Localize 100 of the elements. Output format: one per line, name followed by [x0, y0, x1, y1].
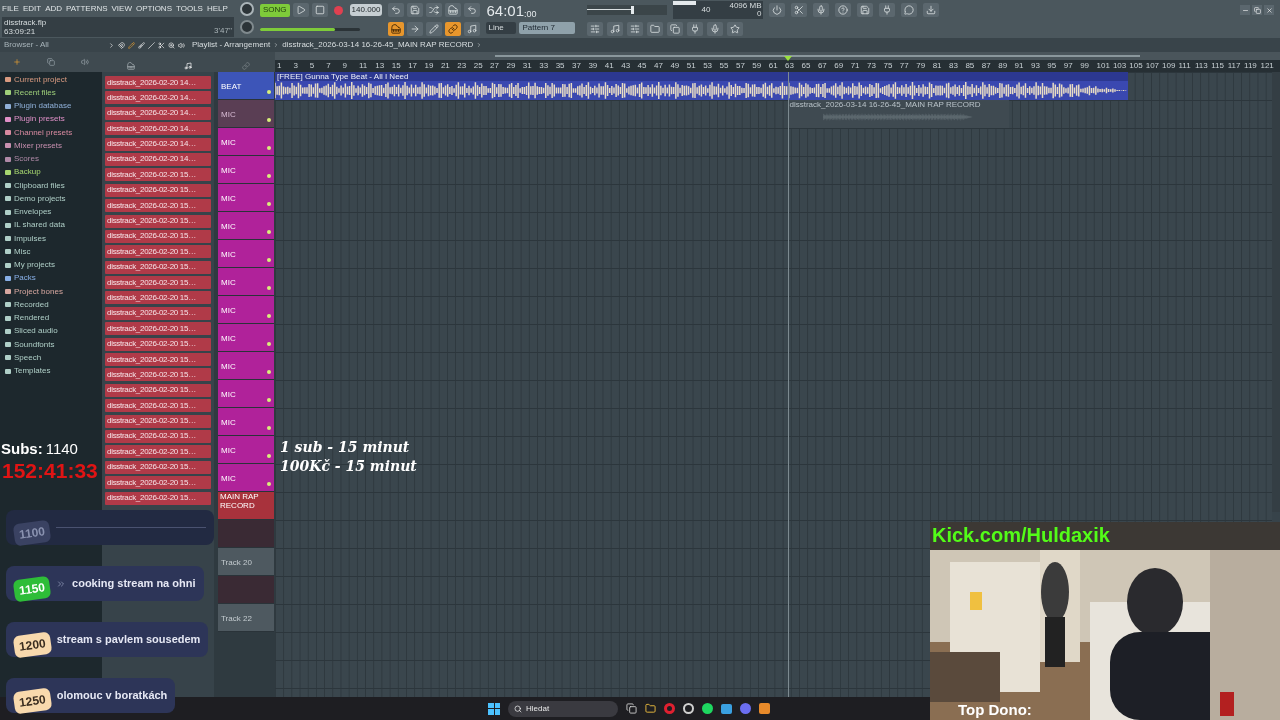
save-button[interactable] [857, 3, 874, 17]
track-header[interactable]: Track 22 [218, 604, 274, 632]
microphone-button[interactable] [707, 22, 724, 36]
pattern-selector[interactable]: Pattern 7 [519, 22, 576, 34]
audio-clip[interactable]: [FREE] Gunna Type Beat - All I Need [275, 72, 1128, 100]
menu-item[interactable]: EDIT [22, 5, 42, 13]
clip-item[interactable]: disstrack_2026-02-20 15… [105, 337, 211, 351]
volume-slider[interactable] [260, 27, 360, 31]
browser-item[interactable]: Mixer presets [5, 139, 102, 153]
track-header[interactable]: MIC [218, 324, 274, 352]
browser-item[interactable]: Channel presets [5, 126, 102, 140]
help-button[interactable] [835, 3, 852, 17]
undo-button[interactable] [388, 3, 405, 17]
clip-item[interactable]: disstrack_2026-02-20 15… [105, 183, 211, 197]
cut-button[interactable] [791, 3, 808, 17]
channel-rack-button[interactable] [607, 22, 624, 36]
browser-item[interactable]: Rendered [5, 311, 102, 325]
mixer-button[interactable] [587, 22, 604, 36]
copy-button[interactable] [667, 22, 684, 36]
horizontal-scrollbar[interactable] [275, 52, 1280, 60]
track-header[interactable]: MIC [218, 156, 274, 184]
piano-button[interactable] [388, 22, 405, 36]
chat-button[interactable] [901, 3, 918, 17]
stop-button[interactable] [311, 3, 328, 17]
clip-item[interactable]: disstrack_2026-02-20 15… [105, 260, 211, 274]
clip-item[interactable]: disstrack_2026-02-20 15… [105, 306, 211, 320]
clip-item[interactable]: disstrack_2026-02-20 15… [105, 445, 211, 459]
browser-item[interactable]: Soundfonts [5, 338, 102, 352]
menu-item[interactable]: HELP [206, 5, 228, 13]
browser-item[interactable]: Demo projects [5, 192, 102, 206]
clip-item[interactable]: disstrack_2026-02-20 14… [105, 122, 211, 136]
browser-item[interactable]: Clipboard files [5, 179, 102, 193]
plug-button[interactable] [879, 3, 896, 17]
clip-item[interactable]: disstrack_2026-02-20 15… [105, 322, 211, 336]
track-header[interactable]: MIC [218, 464, 274, 492]
clip-item[interactable]: disstrack_2026-02-20 15… [105, 491, 211, 505]
clip-item[interactable]: disstrack_2026-02-20 15… [105, 414, 211, 428]
browser-item[interactable]: Plugin database [5, 99, 102, 113]
timeline-ruler[interactable]: 1 3 5 7 9 11 13 15 17 19 21 23 25 27 29 31 33 35 37 39 41 43 45 47 49 51 53 55 57 59 61 63 65 67 69 71 73 75 77 79 81 83 85 87 89 91 93 95 97 99 101 103 105 107 109 111 113 115 117 119 121 [275, 60, 1280, 72]
browser-button[interactable] [647, 22, 664, 36]
track-header[interactable]: MIC [218, 268, 274, 296]
clip-item[interactable]: disstrack_2026-02-20 15… [105, 353, 211, 367]
arrow-button[interactable] [407, 22, 424, 36]
piano-button[interactable] [445, 3, 462, 17]
browser-item[interactable]: Scores [5, 152, 102, 166]
clip-item[interactable]: disstrack_2026-02-20 15… [105, 245, 211, 259]
daw-icon[interactable] [759, 703, 770, 714]
browser-item[interactable]: Plugin presets [5, 112, 102, 126]
download-button[interactable] [923, 3, 940, 17]
clip-item[interactable]: disstrack_2026-02-20 15… [105, 430, 211, 443]
start-icon[interactable] [488, 702, 500, 715]
clip-item[interactable]: disstrack_2026-02-20 15… [105, 383, 211, 397]
save-button[interactable] [407, 3, 424, 17]
browser-item[interactable]: Misc [5, 245, 102, 259]
sliders-button[interactable] [627, 22, 644, 36]
audio-clip[interactable]: disstrack_2026-03-14 16-26-45_MAIN RAP RECORD [787, 100, 1009, 128]
photos-icon[interactable] [721, 703, 732, 714]
clip-item[interactable]: disstrack_2026-02-20 14… [105, 152, 211, 166]
plug-button[interactable] [687, 22, 704, 36]
browser-item[interactable]: IL shared data [5, 218, 102, 232]
track-header[interactable]: MAIN RAP RECORD [218, 492, 274, 520]
browser-item[interactable]: Templates [5, 364, 102, 378]
track-header[interactable]: MIC [218, 128, 274, 156]
track-header[interactable] [218, 520, 274, 548]
taskbar-search-field[interactable]: Hledat [508, 700, 618, 717]
clip-item[interactable]: disstrack_2026-02-20 15… [105, 476, 211, 490]
track-header[interactable]: MIC [218, 408, 274, 436]
clip-item[interactable]: disstrack_2026-02-20 15… [105, 399, 211, 413]
track-header[interactable]: MIC [218, 184, 274, 212]
song-mode-toggle[interactable]: SONG [260, 3, 290, 17]
play-button[interactable] [292, 3, 309, 17]
music-app-icon[interactable] [702, 703, 713, 714]
clip-item[interactable]: disstrack_2026-02-20 15… [105, 229, 211, 243]
browser-item[interactable]: Backup [5, 165, 102, 179]
close-button[interactable] [1264, 5, 1274, 15]
browser-icon[interactable] [664, 703, 675, 714]
clip-item[interactable]: disstrack_2026-02-20 15… [105, 276, 211, 290]
pencil-button[interactable] [426, 22, 443, 36]
browser-item[interactable]: Recorded [5, 298, 102, 312]
clip-item[interactable]: disstrack_2026-02-20 15… [105, 368, 211, 382]
link-button[interactable] [445, 22, 462, 36]
knob-icon[interactable] [240, 20, 254, 34]
clip-item[interactable]: disstrack_2026-02-20 15… [105, 214, 211, 228]
browser-item[interactable]: Sliced audio [5, 324, 102, 338]
clip-item[interactable]: disstrack_2026-02-20 14… [105, 76, 211, 89]
track-header[interactable]: MIC [218, 296, 274, 324]
clip-item[interactable]: disstrack_2026-02-20 14… [105, 106, 211, 120]
chat-app-icon[interactable] [740, 703, 751, 714]
snap-dropdown[interactable]: Line [486, 22, 517, 34]
track-header[interactable]: Track 20 [218, 548, 274, 576]
browser-item[interactable]: Recent files [5, 86, 102, 100]
menu-item[interactable]: ADD [45, 5, 63, 13]
minimize-button[interactable] [1240, 5, 1250, 15]
app-icon[interactable] [683, 703, 694, 714]
track-header[interactable]: MIC [218, 240, 274, 268]
star-button[interactable] [727, 22, 744, 36]
clip-item[interactable]: disstrack_2026-02-20 15… [105, 460, 211, 474]
power-button[interactable] [769, 3, 786, 17]
track-header[interactable]: MIC [218, 380, 274, 408]
menu-item[interactable]: TOOLS [176, 5, 203, 13]
